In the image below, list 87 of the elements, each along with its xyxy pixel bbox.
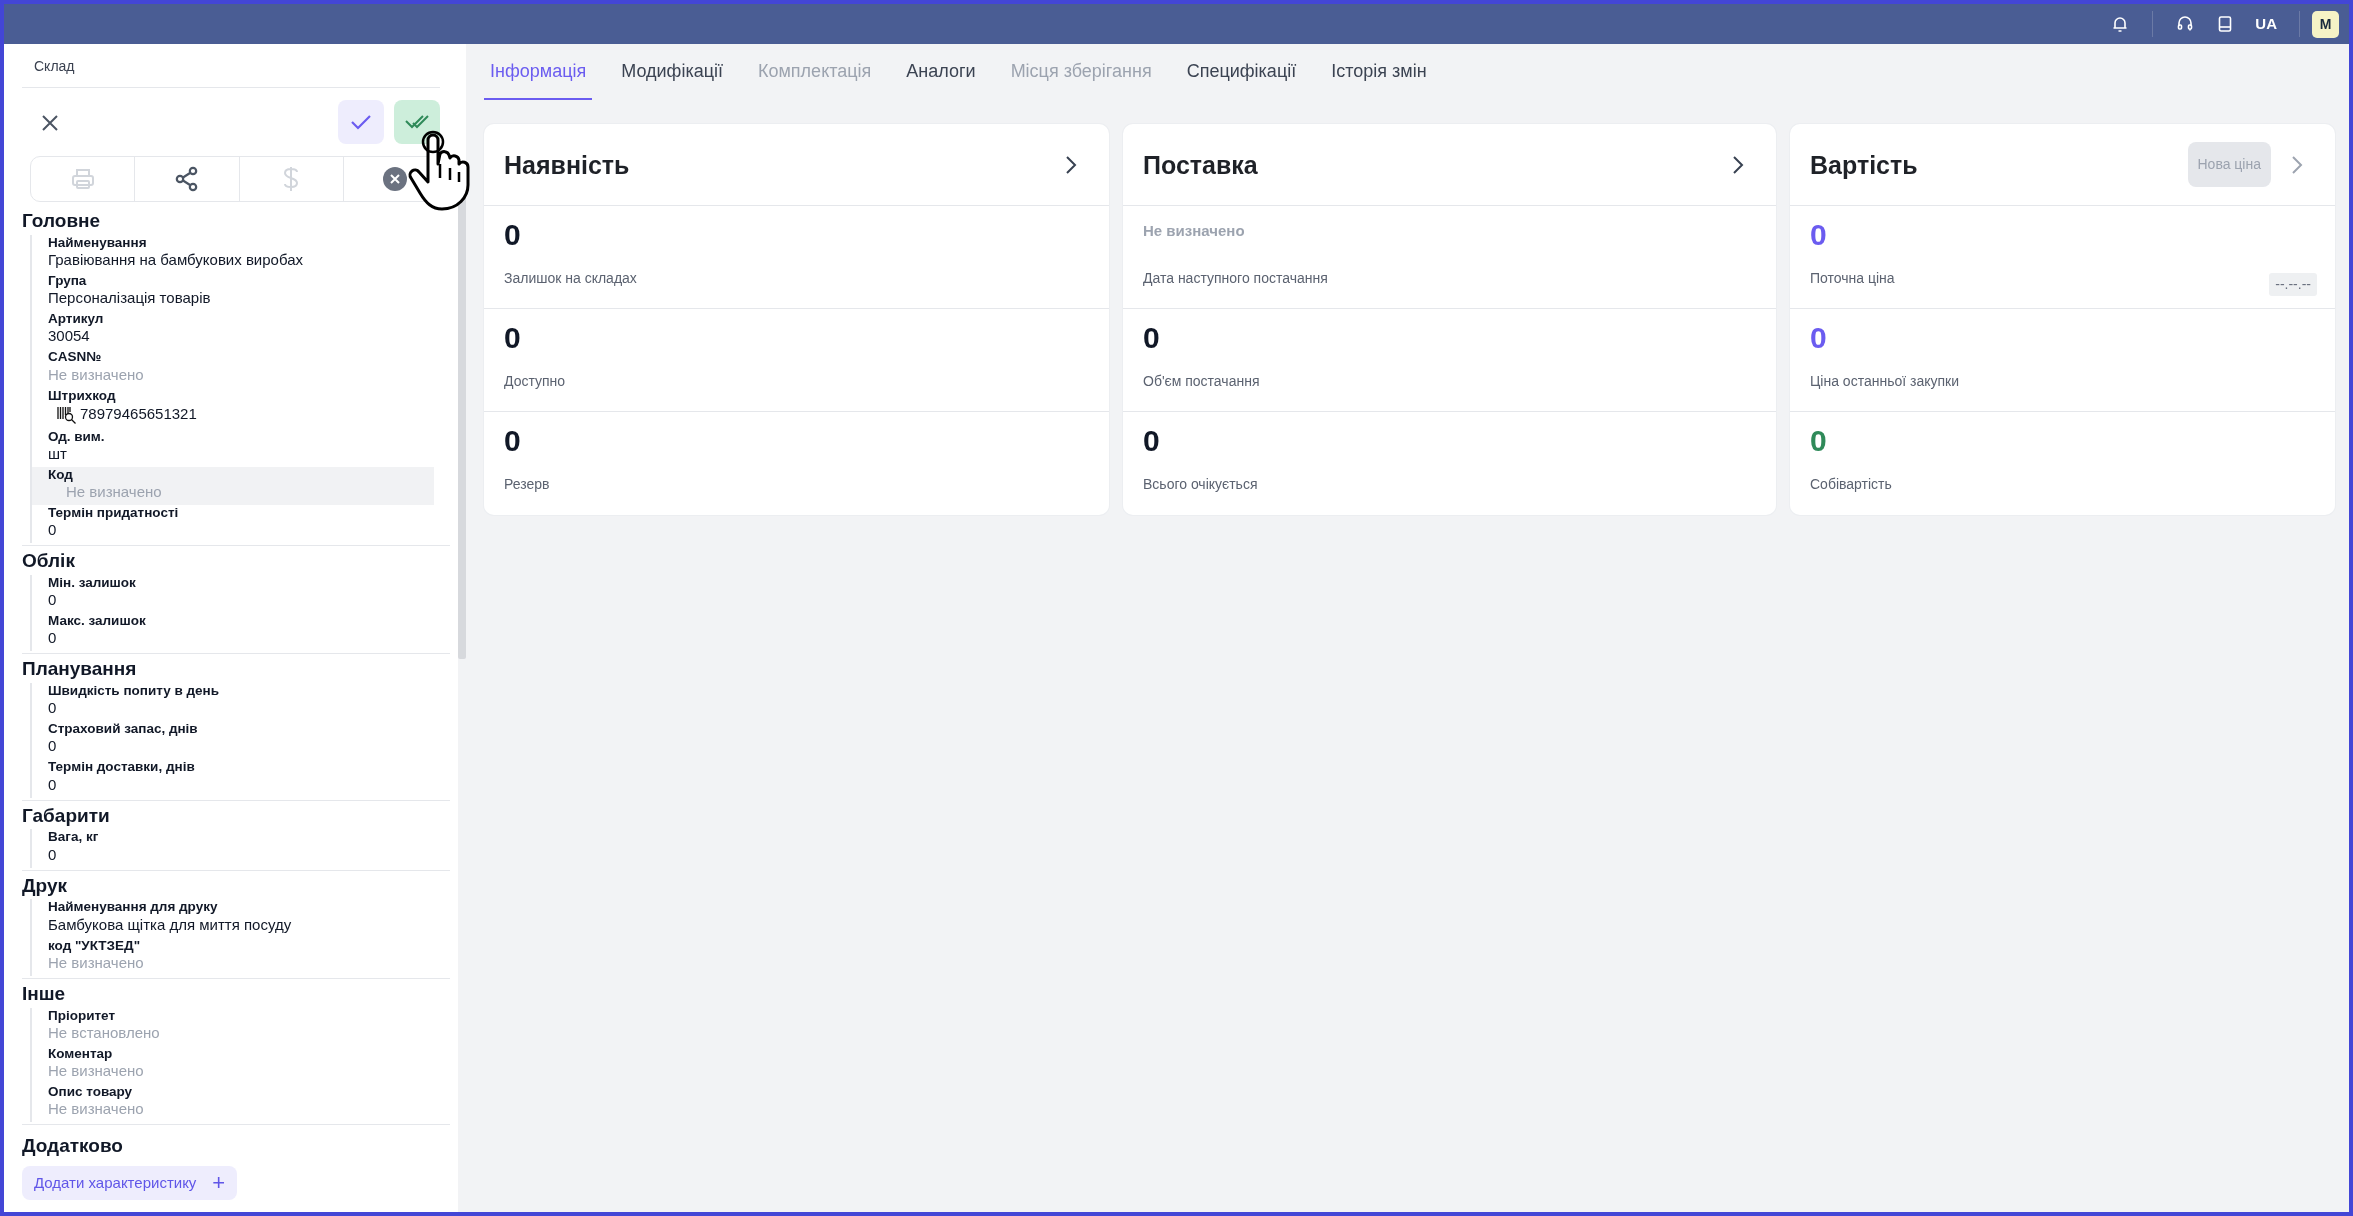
field-value: 30054: [48, 327, 91, 346]
stat-label: Ціна останньої закупки: [1810, 372, 1960, 391]
field-value: 78979465651321: [80, 405, 197, 424]
field-value: Не визначено: [48, 365, 145, 384]
section-heading: Додатково: [22, 1135, 124, 1158]
double-check-icon: [404, 114, 430, 130]
field-value: 0: [48, 591, 58, 610]
tab[interactable]: Специфікації: [1180, 44, 1303, 100]
stat-value: 0: [1143, 320, 1161, 356]
field-label: Штрихкод: [48, 387, 117, 404]
field-value: 0: [48, 629, 58, 648]
stat-label: Резерв: [504, 475, 550, 494]
field-label: Мін. залишок: [48, 574, 137, 592]
field-value: Не визначено: [65, 482, 163, 501]
stat-value: 0: [504, 320, 522, 356]
field-value: Не визначено: [48, 1061, 145, 1080]
field-label: Швидкість попиту в день: [48, 683, 221, 700]
printer-icon: [69, 166, 96, 192]
field-value: 0: [48, 521, 58, 540]
field-label: Вага, кг: [48, 829, 100, 846]
stat-label: Дата наступного постачання: [1143, 269, 1328, 288]
tab[interactable]: Модифікації: [615, 44, 729, 100]
stat-label: Собівартість: [1810, 475, 1892, 494]
field-value: 0: [48, 737, 58, 756]
field-label: код "УКТЗЕД": [48, 937, 142, 954]
field-value: шт: [48, 444, 68, 463]
stat-value: 0: [504, 423, 522, 459]
field-value: Не встановлено: [48, 1023, 161, 1042]
stat-label: Всього очікується: [1143, 475, 1258, 494]
add-attribute-button[interactable]: Додати характеристику +: [22, 1165, 238, 1201]
save-and-close-button[interactable]: [394, 100, 440, 144]
section-heading: Інше: [22, 982, 67, 1006]
stat-label: Об'єм постачання: [1143, 372, 1260, 391]
stat-label: Поточна ціна: [1810, 269, 1895, 288]
stat-label: Залишок на складах: [504, 269, 637, 288]
field-value: 0: [48, 699, 58, 718]
field-label: Код: [48, 466, 74, 483]
field-label: Макс. залишок: [48, 613, 147, 630]
field-label: Термін доставки, днів: [48, 759, 196, 776]
user-avatar[interactable]: M: [2312, 10, 2339, 38]
field-value: Не визначено: [48, 953, 145, 972]
card-title: Наявність: [504, 149, 630, 180]
section-heading: Габарити: [22, 804, 111, 828]
chevron-right-icon: [1065, 155, 1077, 176]
field-value: Персоналізація товарів: [48, 289, 212, 308]
section-heading: Головне: [22, 210, 102, 233]
stat-value: Не визначено: [1143, 221, 1246, 241]
card-title: Поставка: [1143, 149, 1258, 180]
field-label: Артикул: [48, 311, 105, 328]
stat-label: Доступно: [504, 372, 566, 391]
field-label: Опис товару: [48, 1083, 134, 1101]
field-value: 0: [48, 775, 58, 794]
field-label: Група: [48, 273, 88, 290]
panel-title: Склад: [22, 44, 440, 88]
stat-value: 0: [504, 217, 522, 253]
field-value: Бамбукова щітка для миття посуду: [48, 915, 293, 934]
field-label: Найменування: [48, 234, 148, 251]
stat-value: 0: [1810, 423, 1828, 459]
language-code[interactable]: UA: [2245, 12, 2287, 36]
field-label: Страховий запас, днів: [48, 721, 199, 738]
stat-value: 0: [1810, 217, 1828, 253]
field-label: Термін придатності: [48, 504, 180, 522]
clear-icon: [382, 166, 409, 192]
field-value: Не визначено: [48, 1100, 145, 1119]
chevron-right-icon: [2291, 155, 2303, 176]
stat-value: 0: [1810, 320, 1828, 356]
save-button[interactable]: [338, 100, 384, 144]
tab[interactable]: Аналоги: [900, 44, 982, 100]
date-badge: --.--.--: [2269, 273, 2317, 296]
close-icon: [40, 112, 60, 133]
tab[interactable]: Історія змін: [1325, 44, 1433, 100]
check-icon: [350, 114, 372, 130]
tab[interactable]: Інформація: [484, 44, 593, 100]
stat-value: 0: [1143, 423, 1161, 459]
field-label: Найменування для друку: [48, 899, 219, 916]
section-heading: Облік: [22, 550, 76, 573]
section-heading: Друк: [22, 874, 68, 898]
card-title: Вартість: [1810, 149, 1918, 180]
field-value: Гравіювання на бамбукових виробах: [48, 251, 304, 269]
chevron-right-icon: [1732, 155, 1744, 176]
field-label: Пріоритет: [48, 1007, 117, 1024]
field-label: Коментар: [48, 1045, 114, 1062]
plus-icon: +: [212, 1172, 226, 1195]
field-label: CASN№: [48, 349, 103, 366]
field-value: 0: [48, 845, 58, 864]
field-label: Од. вим.: [48, 428, 106, 445]
section-heading: Планування: [22, 658, 138, 682]
